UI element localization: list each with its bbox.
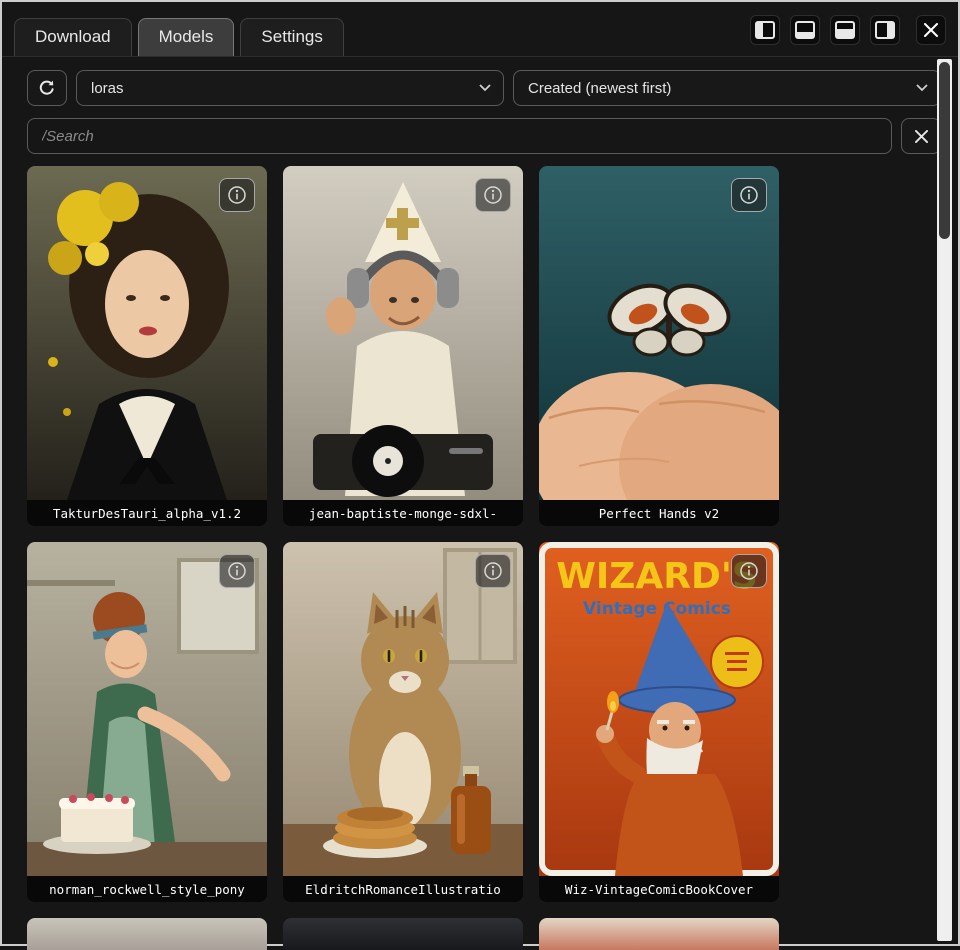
model-name: norman_rockwell_style_pony [27,876,267,902]
dock-bottom-large-icon [835,21,855,39]
model-card[interactable]: EldritchRomanceIllustratio [283,542,523,902]
tab-models[interactable]: Models [138,18,235,56]
model-thumbnail [539,166,779,500]
model-card[interactable] [283,918,523,950]
model-card[interactable]: Perfect Hands v2 [539,166,779,526]
info-button[interactable] [475,554,511,588]
dock-bottom-button[interactable] [790,15,820,45]
model-type-value: loras [91,80,124,97]
info-button[interactable] [219,554,255,588]
model-grid: TakturDesTauri_alpha_v1.2 [27,166,941,950]
chevron-down-icon [916,84,928,92]
model-card[interactable]: norman_rockwell_style_pony [27,542,267,902]
model-card[interactable]: jean-baptiste-monge-sdxl- [283,166,523,526]
info-button[interactable] [219,178,255,212]
clear-search-button[interactable] [901,118,941,154]
refresh-icon [38,79,56,97]
dock-right-icon [875,21,895,39]
model-thumbnail: WIZARD'S Vintage Comics [539,542,779,876]
search-row [27,118,941,154]
wizard-comic-cover: WIZARD'S Vintage Comics [539,542,779,876]
dock-left-icon [755,21,775,39]
close-icon [924,23,938,37]
info-icon [227,561,247,581]
dock-left-button[interactable] [750,15,780,45]
info-icon [483,561,503,581]
model-card[interactable] [27,918,267,950]
portrait-illustration [27,166,267,500]
pope-dj-illustration [283,166,523,500]
info-icon [739,561,759,581]
baker-illustration [27,542,267,876]
model-thumbnail [283,166,523,500]
model-card[interactable] [539,918,779,950]
comic-cover-subtitle: Vintage Comics [583,599,731,619]
model-thumbnail [27,166,267,500]
tab-bar: Download Models Settings [2,2,958,57]
close-x-icon [915,130,928,143]
dock-bottom-icon [795,21,815,39]
info-button[interactable] [475,178,511,212]
cat-pancakes-illustration [283,542,523,876]
info-button[interactable] [731,178,767,212]
model-name: Wiz-VintageComicBookCover [539,876,779,902]
close-button[interactable] [916,15,946,45]
scrollbar-thumb[interactable] [939,62,950,239]
model-type-select[interactable]: loras [76,70,504,106]
filter-row: loras Created (newest first) [27,70,941,106]
refresh-button[interactable] [27,70,67,106]
info-icon [227,185,247,205]
model-thumbnail [27,542,267,876]
dock-right-button[interactable] [870,15,900,45]
vertical-scrollbar[interactable] [937,59,952,941]
models-panel: loras Created (newest first) [2,57,958,950]
comic-cover-title: WIZARD'S [556,556,758,597]
search-input[interactable] [27,118,892,154]
info-button[interactable] [731,554,767,588]
info-icon [483,185,503,205]
butterfly-hands-photo [539,166,779,500]
model-manager-window: { "colors": { "background": "#161616", "… [0,0,960,946]
window-buttons [740,15,946,45]
sort-value: Created (newest first) [528,80,671,97]
model-card[interactable]: TakturDesTauri_alpha_v1.2 [27,166,267,526]
model-card[interactable]: WIZARD'S Vintage Comics [539,542,779,902]
chevron-down-icon [479,84,491,92]
model-name: jean-baptiste-monge-sdxl- [283,500,523,526]
model-name: EldritchRomanceIllustratio [283,876,523,902]
tab-download[interactable]: Download [14,18,132,56]
sort-select[interactable]: Created (newest first) [513,70,941,106]
info-icon [739,185,759,205]
dock-bottom-large-button[interactable] [830,15,860,45]
model-name: TakturDesTauri_alpha_v1.2 [27,500,267,526]
tab-settings[interactable]: Settings [240,18,343,56]
model-name: Perfect Hands v2 [539,500,779,526]
model-thumbnail [283,542,523,876]
